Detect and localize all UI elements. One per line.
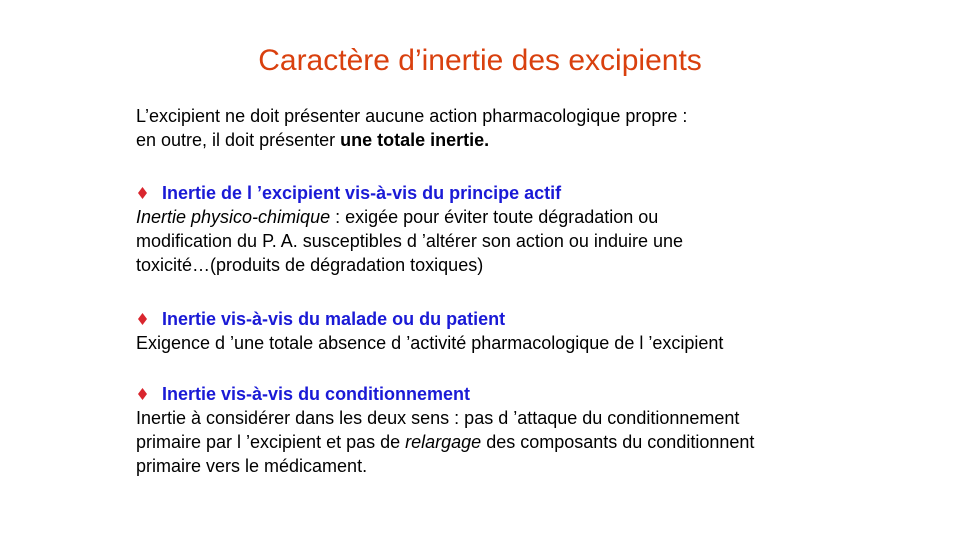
section-line-2: modification du P. A. susceptibles d ’al… xyxy=(136,231,684,251)
diamond-icon xyxy=(138,187,147,199)
italic-term: Inertie physico-chimique xyxy=(136,207,331,227)
intro-line-2-text: en outre, il doit présenter xyxy=(136,130,341,150)
section-line-1: Exigence d ’une totale absence d ’activi… xyxy=(136,333,724,353)
intro-paragraph: L’excipient ne doit présenter aucune act… xyxy=(136,104,856,152)
section-heading-row: Inertie vis-à-vis du malade ou du patien… xyxy=(136,307,856,331)
section-line-3: primaire vers le médicament. xyxy=(136,456,368,476)
section-line-2-end: des composants du conditionnent xyxy=(481,432,755,452)
diamond-icon xyxy=(138,388,147,400)
section-line-1: Inertie à considérer dans les deux sens … xyxy=(136,408,740,428)
section-line-1: Inertie physico-chimique : exigée pour é… xyxy=(136,205,856,229)
intro-line-1: L’excipient ne doit présenter aucune act… xyxy=(136,106,688,126)
section-line-2-start: primaire par l ’excipient et pas de xyxy=(136,432,406,452)
section-heading: Inertie de l ’excipient vis-à-vis du pri… xyxy=(162,183,562,203)
slide-title: Caractère d’inertie des excipients xyxy=(258,44,702,77)
section-patient: Inertie vis-à-vis du malade ou du patien… xyxy=(136,307,856,355)
diamond-icon xyxy=(138,313,147,325)
section-line-2: primaire par l ’excipient et pas de rela… xyxy=(136,430,856,454)
intro-emphasis: une totale inertie. xyxy=(340,130,490,150)
section-heading: Inertie vis-à-vis du conditionnement xyxy=(162,384,471,404)
section-line-1-rest: : exigée pour éviter toute dégradation o… xyxy=(330,207,659,227)
section-heading: Inertie vis-à-vis du malade ou du patien… xyxy=(162,309,506,329)
italic-term: relargage xyxy=(405,432,482,452)
section-packaging: Inertie vis-à-vis du conditionnement Ine… xyxy=(136,382,856,478)
section-heading-row: Inertie vis-à-vis du conditionnement xyxy=(136,382,856,406)
slide: Caractère d’inertie des excipients L’exc… xyxy=(0,0,960,540)
section-heading-row: Inertie de l ’excipient vis-à-vis du pri… xyxy=(136,181,856,205)
section-line-3: toxicité…(produits de dégradation toxiqu… xyxy=(136,255,484,275)
section-active-principle: Inertie de l ’excipient vis-à-vis du pri… xyxy=(136,181,856,277)
intro-line-2: en outre, il doit présenter une totale i… xyxy=(136,128,856,152)
